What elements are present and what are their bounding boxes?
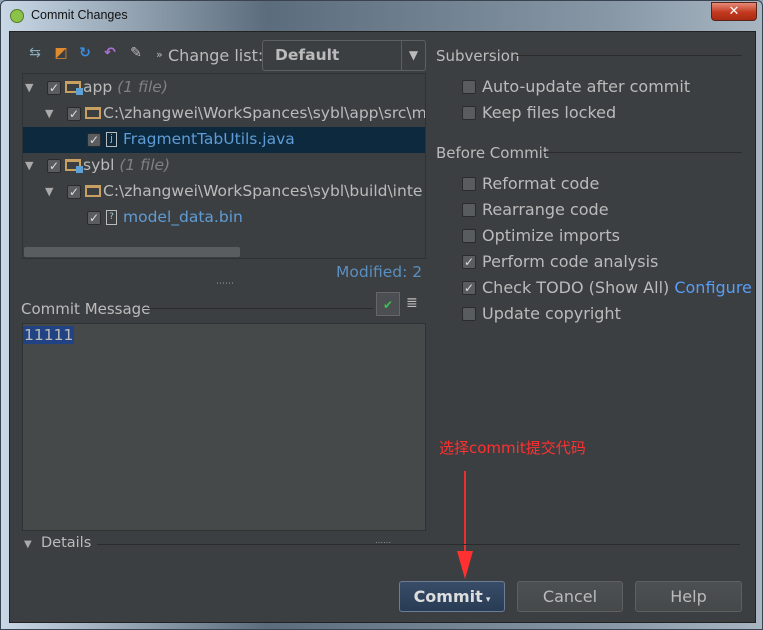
changelist-select[interactable]: Default ▼	[262, 40, 426, 71]
move-to-changelist-icon[interactable]: ◩	[53, 45, 69, 61]
dropdown-arrow-icon: ▾	[482, 595, 491, 605]
tree-row-module[interactable]: ▼ ✓ sybl (1 file)	[23, 153, 425, 179]
before-commit-heading: Before Commit	[436, 144, 549, 162]
edit-source-icon[interactable]: ✎	[128, 45, 144, 61]
code-analysis-checkbox[interactable]: ✓	[462, 255, 476, 269]
cancel-button[interactable]: Cancel	[517, 581, 623, 612]
tree-row-path[interactable]: ▼ ✓ C:\zhangwei\WorkSpances\sybl\app\src…	[23, 101, 426, 127]
checkbox[interactable]: ✓	[67, 185, 81, 199]
dialog-window: Commit Changes ✕ ⇆ ◩ ↻ ↶ ✎ » Change list…	[0, 0, 763, 630]
changelist-value: Default	[275, 46, 340, 64]
reformat-checkbox[interactable]	[462, 177, 476, 191]
tree-label: app	[83, 78, 113, 96]
annotation-text: 选择commit提交代码	[439, 439, 586, 457]
tree-label: FragmentTabUtils.java	[123, 130, 295, 148]
module-folder-icon	[65, 81, 83, 95]
changelist-label: Change list:	[168, 46, 264, 65]
auto-update-label[interactable]: Auto-update after commit	[482, 77, 690, 96]
tree-row-module[interactable]: ▼ ✓ app (1 file)	[23, 75, 425, 101]
file-count: (1 file)	[119, 156, 171, 174]
close-icon: ✕	[728, 4, 740, 19]
rollback-icon[interactable]: ↶	[102, 45, 118, 61]
separator	[544, 152, 742, 153]
folder-icon	[85, 185, 101, 197]
spell-check-icon[interactable]: ✔	[376, 292, 400, 316]
tree-row-file[interactable]: ✓ j FragmentTabUtils.java	[23, 127, 425, 153]
changes-tree[interactable]: ▼ ✓ app (1 file) ▼ ✓ C:\zhangwei\WorkSpa…	[22, 73, 426, 259]
expand-icon[interactable]: ▼	[25, 159, 33, 172]
show-diff-icon[interactable]: ⇆	[27, 45, 43, 61]
refresh-icon[interactable]: ↻	[77, 45, 93, 61]
tree-label: C:\zhangwei\WorkSpances\sybl\app\src\m	[103, 104, 426, 122]
reformat-label[interactable]: Reformat code	[482, 174, 599, 193]
checkbox[interactable]: ✓	[47, 159, 61, 173]
modified-count: Modified: 2	[336, 263, 423, 281]
tree-row-path[interactable]: ▼ ✓ C:\zhangwei\WorkSpances\sybl\build\i…	[23, 179, 425, 205]
optimize-imports-checkbox[interactable]	[462, 229, 476, 243]
chevron-down-icon: ▼	[401, 41, 425, 70]
details-toggle[interactable]: Details	[41, 535, 91, 551]
separator	[97, 544, 740, 545]
java-file-icon: j	[106, 132, 117, 147]
check-todo-checkbox[interactable]: ✓	[462, 281, 476, 295]
details-expand-icon[interactable]: ▼	[24, 539, 32, 550]
folder-icon	[85, 107, 101, 119]
checkbox[interactable]: ✓	[67, 107, 81, 121]
checkbox[interactable]: ✓	[87, 211, 101, 225]
tree-row-file[interactable]: ✓ ? model_data.bin	[23, 205, 425, 231]
unknown-file-icon: ?	[106, 210, 117, 225]
keep-locked-checkbox[interactable]	[462, 106, 476, 120]
subversion-heading: Subversion	[436, 47, 520, 65]
auto-update-checkbox[interactable]	[462, 80, 476, 94]
separator	[516, 55, 742, 56]
separator	[143, 308, 373, 309]
commit-message-label: Commit Message	[21, 300, 151, 318]
expand-icon[interactable]: ▼	[25, 81, 33, 94]
checkbox[interactable]: ✓	[47, 81, 61, 95]
commit-label: Commit	[413, 587, 483, 606]
file-count: (1 file)	[117, 78, 168, 96]
update-copyright-label[interactable]: Update copyright	[482, 304, 621, 323]
configure-link[interactable]: Configure	[674, 278, 752, 297]
annotation-arrow-icon	[457, 471, 473, 579]
close-button[interactable]: ✕	[711, 2, 757, 21]
code-analysis-label[interactable]: Perform code analysis	[482, 252, 658, 271]
expand-icon[interactable]: ▼	[45, 107, 53, 120]
rearrange-checkbox[interactable]	[462, 203, 476, 217]
expand-icon[interactable]: ▼	[45, 185, 53, 198]
check-todo-label[interactable]: Check TODO (Show All)	[482, 278, 669, 297]
update-copyright-checkbox[interactable]	[462, 307, 476, 321]
tree-label: sybl	[83, 156, 115, 174]
android-studio-icon	[10, 9, 24, 23]
keep-locked-label[interactable]: Keep files locked	[482, 103, 616, 122]
help-button[interactable]: Help	[635, 581, 742, 612]
commit-message-input[interactable]: 11111	[22, 323, 426, 531]
rearrange-label[interactable]: Rearrange code	[482, 200, 609, 219]
checkbox[interactable]: ✓	[87, 133, 101, 147]
more-icon[interactable]: »	[156, 48, 163, 61]
splitter-handle[interactable]: ⋯⋯	[216, 279, 234, 289]
commit-message-text: 11111	[23, 326, 75, 344]
commit-history-icon[interactable]: ≣	[406, 295, 418, 311]
window-title: Commit Changes	[31, 8, 128, 22]
tree-label: C:\zhangwei\WorkSpances\sybl\build\inte	[103, 182, 423, 200]
splitter-handle[interactable]: ⋯⋯	[375, 538, 391, 547]
module-folder-icon	[65, 159, 83, 173]
optimize-imports-label[interactable]: Optimize imports	[482, 226, 620, 245]
tree-label: model_data.bin	[123, 208, 243, 226]
commit-button[interactable]: Commit ▾	[399, 581, 505, 612]
horizontal-scrollbar[interactable]	[24, 247, 240, 257]
